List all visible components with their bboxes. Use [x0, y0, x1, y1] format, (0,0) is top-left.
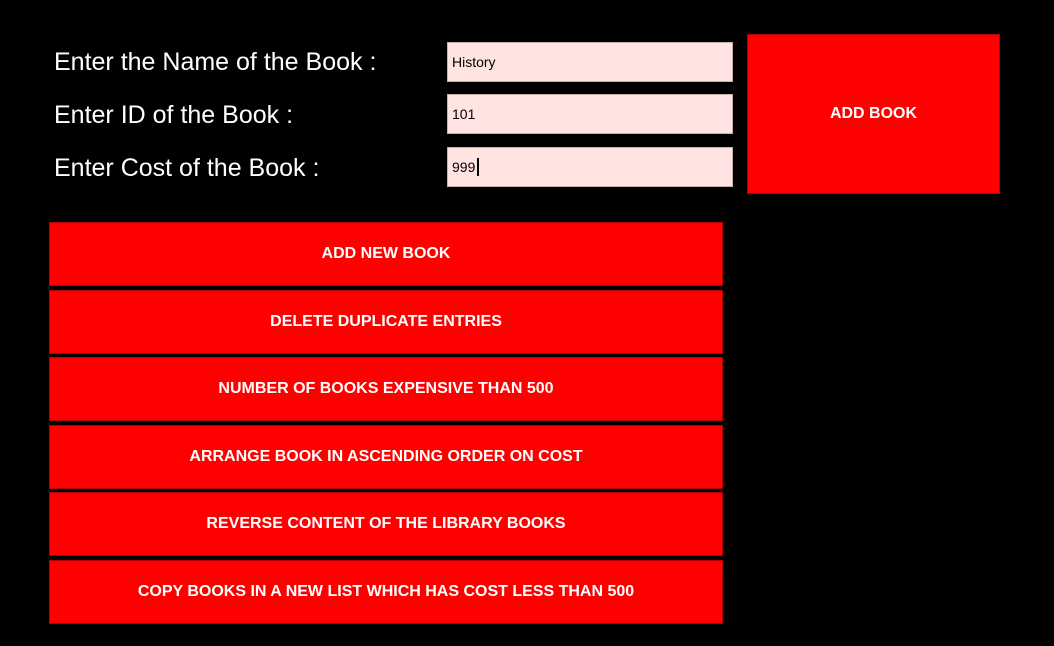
- add-new-book-button[interactable]: ADD NEW BOOK: [49, 222, 723, 286]
- count-expensive-button[interactable]: NUMBER OF BOOKS EXPENSIVE THAN 500: [49, 357, 723, 421]
- add-book-button[interactable]: ADD BOOK: [747, 34, 1000, 194]
- book-name-label: Enter the Name of the Book :: [54, 48, 377, 76]
- sort-ascending-button[interactable]: ARRANGE BOOK IN ASCENDING ORDER ON COST: [49, 425, 723, 489]
- book-id-label: Enter ID of the Book :: [54, 101, 294, 129]
- book-id-input[interactable]: [447, 94, 733, 134]
- text-caret: [477, 158, 479, 176]
- delete-duplicates-button[interactable]: DELETE DUPLICATE ENTRIES: [49, 290, 723, 354]
- book-cost-label: Enter Cost of the Book :: [54, 154, 320, 182]
- copy-cheap-books-button[interactable]: COPY BOOKS IN A NEW LIST WHICH HAS COST …: [49, 560, 723, 624]
- book-name-input[interactable]: [447, 42, 733, 82]
- book-cost-input[interactable]: [447, 147, 733, 187]
- reverse-content-button[interactable]: REVERSE CONTENT OF THE LIBRARY BOOKS: [49, 492, 723, 556]
